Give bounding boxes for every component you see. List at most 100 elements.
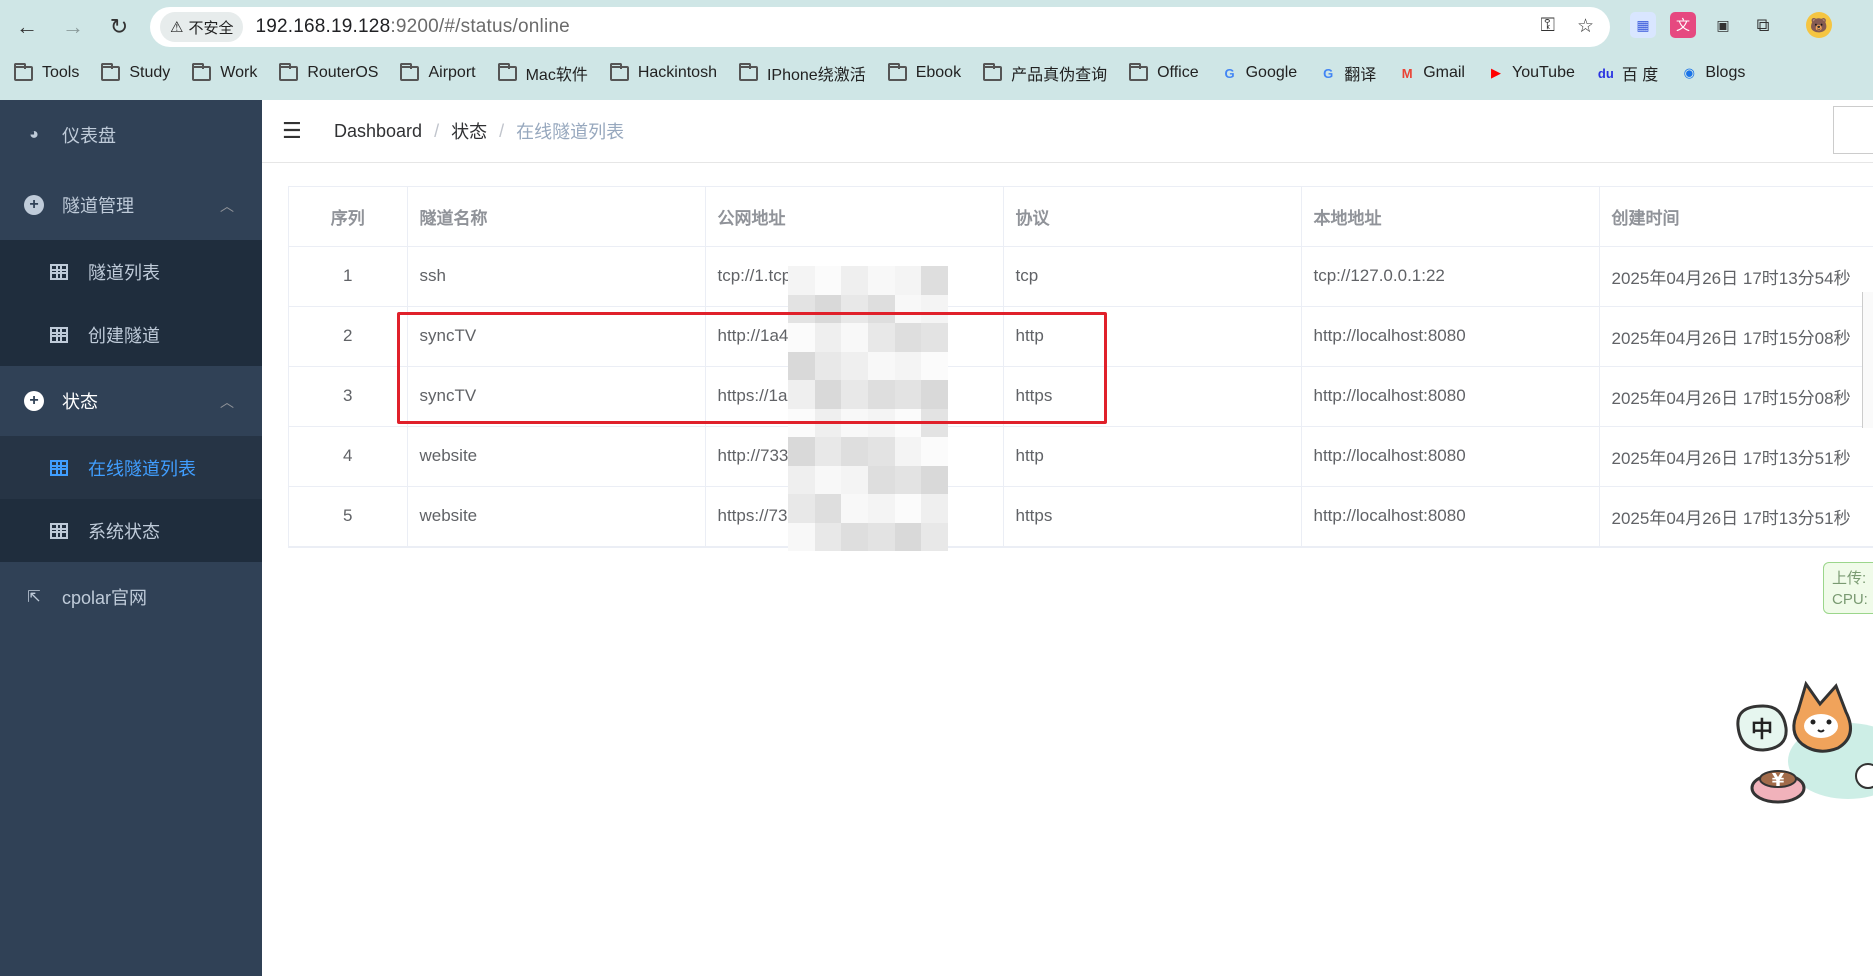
bookmark-item[interactable]: RouterOS xyxy=(279,62,378,82)
bookmark-label: Tools xyxy=(42,64,80,81)
bookmark-label: Mac软件 xyxy=(525,67,588,84)
mosaic-tile xyxy=(841,294,868,323)
cell-local-address: tcp://127.0.0.1:22 xyxy=(1301,246,1600,307)
bookmark-item[interactable]: G 翻译 xyxy=(1319,61,1376,85)
bookmark-item[interactable]: Mac软件 xyxy=(497,61,588,85)
cell-created-time: 2025年04月26日 17时13分51秒 xyxy=(1599,426,1873,487)
cell-tunnel-name: syncTV xyxy=(407,306,706,367)
mosaic-tile xyxy=(788,494,815,523)
browser-chrome: ← → ↻ ⚠ 不安全 192.168.19.128:9200/#/status… xyxy=(0,0,1873,100)
cell-index: 5 xyxy=(289,486,408,547)
cell-index-text: 4 xyxy=(343,446,353,465)
bookmark-label: 产品真伪查询 xyxy=(1011,67,1108,84)
external-link-icon: ⇱ xyxy=(27,589,41,606)
avatar[interactable] xyxy=(1833,106,1873,154)
address-bar[interactable]: ⚠ 不安全 192.168.19.128:9200/#/status/onlin… xyxy=(150,7,1610,47)
bookmark-item[interactable]: Work xyxy=(192,62,257,82)
mosaic-tile xyxy=(841,494,868,523)
table-icon xyxy=(50,459,68,476)
sidebar-item-tunnel-list[interactable]: 隧道列表 xyxy=(0,240,262,303)
mosaic-tile xyxy=(788,323,815,352)
col-header-created-time: 创建时间 xyxy=(1599,187,1873,247)
star-icon[interactable]: ☆ xyxy=(1577,15,1594,38)
cell-local-address-text: http://localhost:8080 xyxy=(1313,446,1466,465)
mosaic-tile xyxy=(788,294,815,323)
bookmark-item[interactable]: Ebook xyxy=(887,62,961,82)
network-monitor-widget[interactable]: 上传: CPU: xyxy=(1823,562,1873,614)
qr-extension-icon[interactable]: ▦ xyxy=(1630,12,1656,38)
breadcrumb-home[interactable]: Dashboard xyxy=(334,121,422,142)
mosaic-tile xyxy=(867,437,895,466)
mosaic-tile xyxy=(814,323,842,352)
translate-extension-icon[interactable]: 文 xyxy=(1670,12,1696,38)
mosaic-tile xyxy=(788,380,815,409)
table-icon xyxy=(50,263,68,280)
cell-protocol: https xyxy=(1003,366,1302,427)
bookmark-item[interactable]: Tools xyxy=(14,62,80,82)
url-path: :9200/#/status/online xyxy=(390,16,570,37)
mosaic-tile xyxy=(921,266,948,295)
folder-icon xyxy=(400,62,420,81)
table-row: 3syncTVhttps://1aophttpshttp://localhost… xyxy=(289,366,1873,427)
menu-toggle-icon[interactable]: ☰ xyxy=(282,118,304,144)
bookmark-item[interactable]: Study xyxy=(101,62,171,82)
cell-tunnel-name: website xyxy=(407,486,706,547)
bookmark-item[interactable]: ◉ Blogs xyxy=(1680,64,1746,82)
sidebar-item-label: 在线隧道列表 xyxy=(88,458,196,479)
puzzle-icon[interactable]: ⧉ xyxy=(1750,12,1776,38)
bookmark-item[interactable]: 产品真伪查询 xyxy=(983,61,1107,85)
sidebar-item-system-status[interactable]: 系统状态 xyxy=(0,499,262,562)
sidebar-item-cpolar-site[interactable]: ⇱ cpolar官网 xyxy=(0,562,262,632)
mosaic-tile xyxy=(894,294,922,323)
svg-text:¥: ¥ xyxy=(1772,770,1785,791)
bookmark-item[interactable]: du 百 度 xyxy=(1597,61,1658,85)
cpu-label: CPU: xyxy=(1832,591,1868,608)
bookmark-item[interactable]: ▶ YouTube xyxy=(1487,64,1575,82)
bookmark-label: 翻译 xyxy=(1344,67,1377,84)
sidebar-item-dashboard[interactable]: ◕ 仪表盘 xyxy=(0,100,262,170)
mosaic-tile xyxy=(788,408,815,437)
mosaic-tile xyxy=(894,437,922,466)
url-text[interactable]: 192.168.19.128:9200/#/status/online xyxy=(255,16,569,38)
mosaic-tile xyxy=(841,465,868,494)
cell-local-address: http://localhost:8080 xyxy=(1301,366,1600,427)
security-chip[interactable]: ⚠ 不安全 xyxy=(160,12,244,42)
reload-icon[interactable]: ↻ xyxy=(100,8,138,46)
mosaic-tile xyxy=(788,351,815,380)
bookmark-item[interactable]: IPhone绕激活 xyxy=(738,61,866,85)
bookmark-label: 百 度 xyxy=(1621,67,1659,84)
sidebar-item-online-tunnels[interactable]: 在线隧道列表 xyxy=(0,436,262,499)
qrcode-extension-icon[interactable]: ▣ xyxy=(1710,12,1736,38)
side-scroll-panel[interactable] xyxy=(1862,292,1873,428)
mosaic-tile xyxy=(814,522,842,551)
profile-avatar-icon[interactable]: 🐻 xyxy=(1806,12,1832,38)
main-content: ☰ Dashboard / 状态 / 在线隧道列表 序列 隧道名称 公网地址 协… xyxy=(262,100,1873,976)
mosaic-tile xyxy=(894,351,922,380)
mosaic-tile xyxy=(788,266,815,295)
cell-public-url-text: http://733 xyxy=(717,446,789,465)
back-arrow-icon[interactable]: ← xyxy=(8,8,46,46)
mosaic-tile xyxy=(814,494,842,523)
mosaic-tile xyxy=(788,465,815,494)
bookmark-item[interactable]: Hackintosh xyxy=(609,62,717,82)
bookmark-item[interactable]: Office xyxy=(1129,62,1199,82)
cell-local-address: http://localhost:8080 xyxy=(1301,486,1600,547)
forward-arrow-icon[interactable]: → xyxy=(54,8,92,46)
bookmark-item[interactable]: Airport xyxy=(400,62,476,82)
breadcrumb-status: 状态 xyxy=(451,122,488,142)
key-icon[interactable]: ⚿ xyxy=(1540,15,1554,38)
warning-icon: ⚠ xyxy=(170,19,184,36)
mascot-cat-image[interactable]: 中 ¥ xyxy=(1728,676,1873,816)
mosaic-tile xyxy=(814,437,842,466)
mosaic-tile xyxy=(921,437,948,466)
sidebar-item-status[interactable]: + 状态 ︿ xyxy=(0,366,262,436)
mosaic-tile xyxy=(814,351,842,380)
bookmark-item[interactable]: M Gmail xyxy=(1398,64,1465,82)
cell-protocol: http xyxy=(1003,426,1302,487)
bookmark-label: Study xyxy=(129,64,171,81)
mosaic-tile xyxy=(894,522,922,551)
bookmark-item[interactable]: G Google xyxy=(1221,64,1298,82)
sidebar-item-create-tunnel[interactable]: 创建隧道 xyxy=(0,303,262,366)
table-icon xyxy=(50,522,68,539)
sidebar-item-tunnel-management[interactable]: + 隧道管理 ︿ xyxy=(0,170,262,240)
